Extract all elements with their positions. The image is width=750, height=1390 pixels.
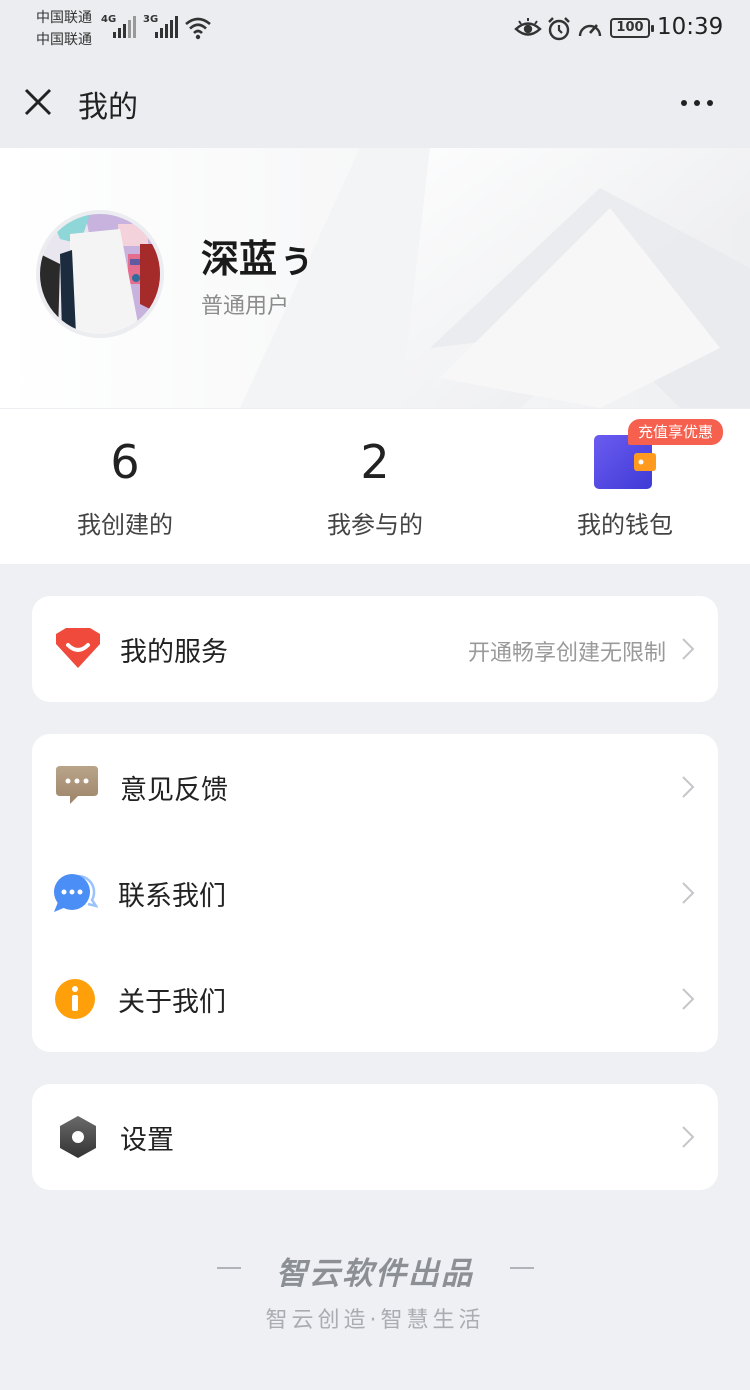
footer-slogan: 智云创造·智慧生活	[265, 1308, 485, 1333]
feedback-icon	[56, 766, 98, 804]
page-title: 我的	[78, 90, 138, 125]
battery-indicator: 100	[610, 18, 654, 38]
alarm-icon	[548, 17, 570, 41]
contact-label: 联系我们	[118, 881, 226, 912]
feedback-label: 意见反馈	[120, 775, 228, 806]
username: 深蓝ぅ	[201, 237, 316, 281]
created-label: 我创建的	[77, 511, 173, 539]
chevron-right-icon	[682, 638, 695, 660]
close-icon[interactable]	[20, 84, 56, 120]
menu-item-about[interactable]: 关于我们	[32, 946, 718, 1052]
created-count: 6	[110, 435, 140, 489]
footer-brand: 智云软件出品	[276, 1256, 474, 1292]
menu-item-settings[interactable]: 设置	[32, 1084, 718, 1190]
carrier-label-1: 中国联通	[36, 10, 92, 26]
menu-item-contact[interactable]: 联系我们	[32, 840, 718, 946]
settings-card: 设置	[32, 1084, 718, 1190]
settings-label: 设置	[120, 1125, 174, 1156]
footer-divider-right	[510, 1267, 534, 1269]
eye-comfort-icon	[514, 18, 542, 36]
signal-icon-1	[113, 16, 137, 38]
profile-header: 深蓝ぅ 普通用户	[0, 148, 750, 408]
stats-bar: 6 我创建的 2 我参与的 我的钱包 充值享优惠	[0, 408, 750, 564]
chevron-right-icon	[682, 776, 695, 798]
contact-icon	[54, 874, 98, 912]
stat-participated[interactable]: 2 我参与的	[250, 409, 500, 565]
status-bar: 中国联通 中国联通 4G 3G 100 10:39	[0, 0, 750, 58]
my-service-hint: 开通畅享创建无限制	[467, 641, 666, 666]
menu-card: 意见反馈 联系我们 关于我们	[32, 734, 718, 1052]
user-type: 普通用户	[201, 294, 290, 319]
menu-item-feedback[interactable]: 意见反馈	[32, 734, 718, 840]
signal-icon-2	[155, 16, 179, 38]
participated-label: 我参与的	[327, 511, 423, 539]
info-icon	[55, 979, 95, 1019]
carrier-label-2: 中国联通	[36, 32, 92, 48]
clock: 10:39	[657, 14, 724, 40]
about-label: 关于我们	[118, 987, 226, 1018]
my-service-label: 我的服务	[120, 637, 228, 668]
wifi-icon	[185, 17, 211, 40]
wallet-label: 我的钱包	[577, 511, 673, 539]
avatar-illustration	[40, 214, 160, 334]
service-card: 我的服务 开通畅享创建无限制	[32, 596, 718, 702]
my-service-row[interactable]: 我的服务 开通畅享创建无限制	[32, 596, 718, 702]
stat-created[interactable]: 6 我创建的	[0, 409, 250, 565]
participated-count: 2	[360, 435, 390, 489]
chevron-right-icon	[682, 882, 695, 904]
recharge-promo-badge: 充值享优惠	[628, 419, 724, 445]
avatar[interactable]	[36, 210, 164, 338]
settings-icon	[60, 1116, 96, 1158]
nav-bar: 我的	[0, 58, 750, 148]
speed-icon	[578, 24, 602, 37]
chevron-right-icon	[682, 1126, 695, 1148]
more-options-button[interactable]	[676, 86, 718, 118]
chevron-right-icon	[682, 988, 695, 1010]
service-icon	[56, 628, 100, 668]
